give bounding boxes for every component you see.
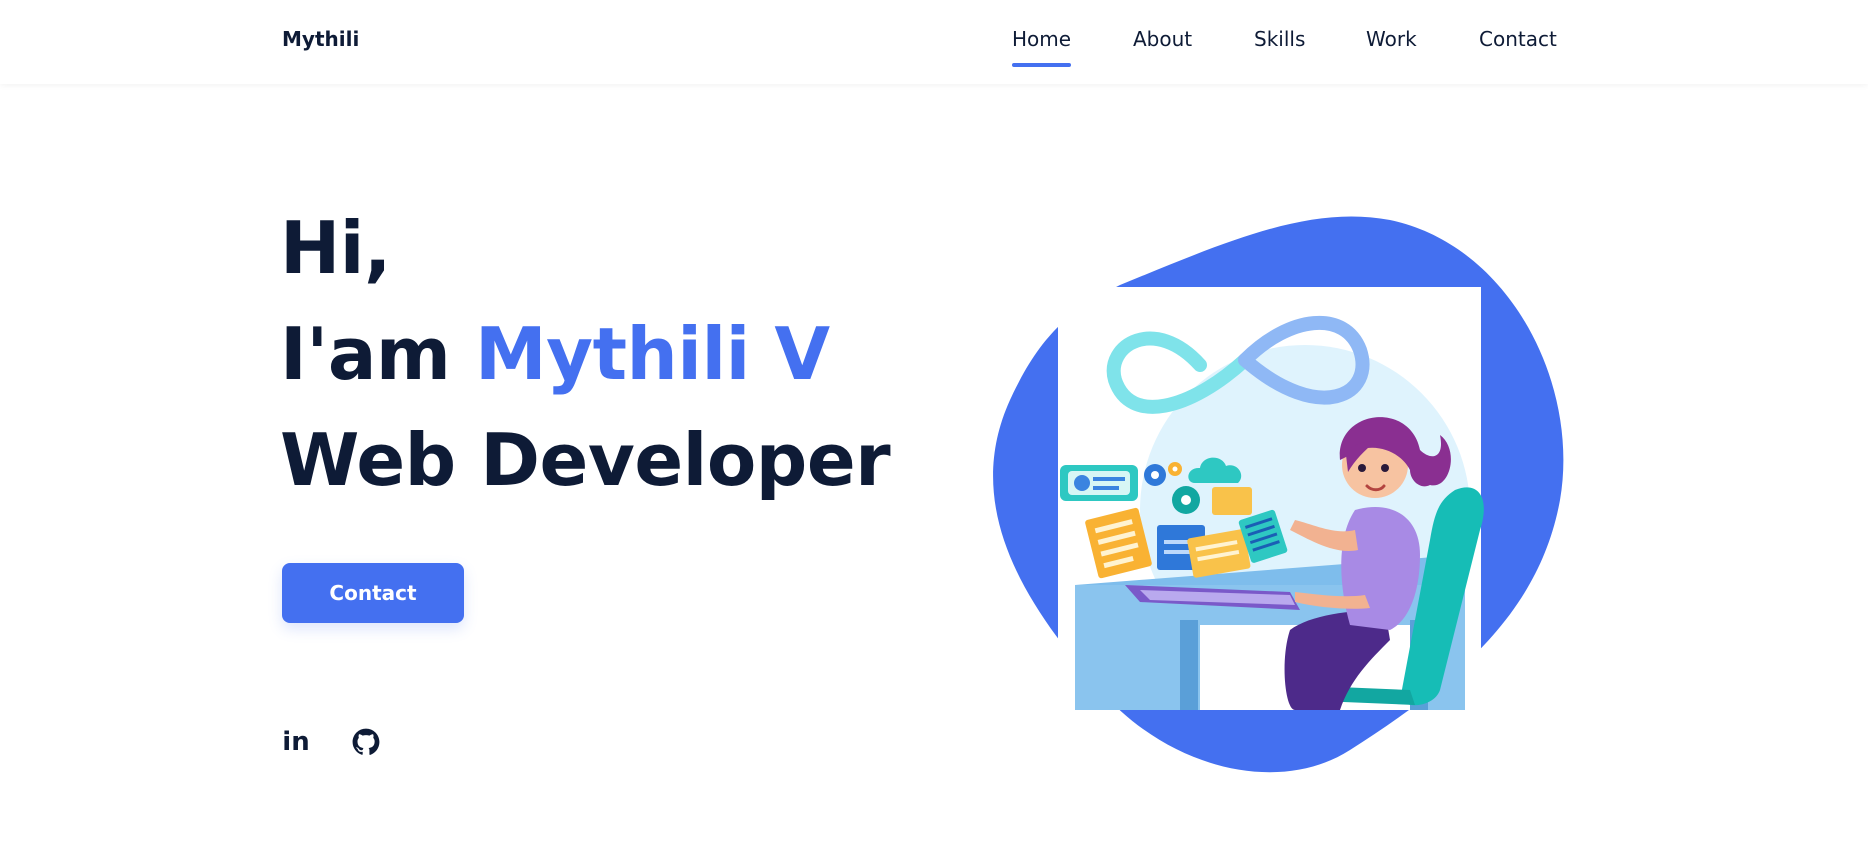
linkedin-link[interactable]: in <box>281 727 311 757</box>
hero-greeting: Hi, <box>280 206 391 290</box>
linkedin-icon: in <box>282 727 310 757</box>
github-icon <box>352 728 380 755</box>
hero-name: Mythili V <box>475 312 830 396</box>
page: Mythili Home About Skills Work Contact H… <box>0 0 1868 857</box>
nav-link-contact[interactable]: Contact <box>1479 27 1557 51</box>
contact-button[interactable]: Contact <box>282 563 464 623</box>
hero-intro-prefix: I'am <box>280 312 476 396</box>
hero-role: Web Developer <box>280 418 891 502</box>
site-logo[interactable]: Mythili <box>282 27 359 51</box>
hero-intro: I'am Mythili V <box>280 318 830 390</box>
github-link[interactable] <box>351 727 381 757</box>
nav-link-work[interactable]: Work <box>1366 27 1417 51</box>
nav-link-home[interactable]: Home <box>1012 27 1072 67</box>
site-header: Mythili Home About Skills Work Contact <box>0 0 1868 84</box>
developer-illustration <box>993 216 1564 773</box>
nav-link-skills[interactable]: Skills <box>1254 27 1305 51</box>
nav-link-about[interactable]: About <box>1133 27 1192 51</box>
